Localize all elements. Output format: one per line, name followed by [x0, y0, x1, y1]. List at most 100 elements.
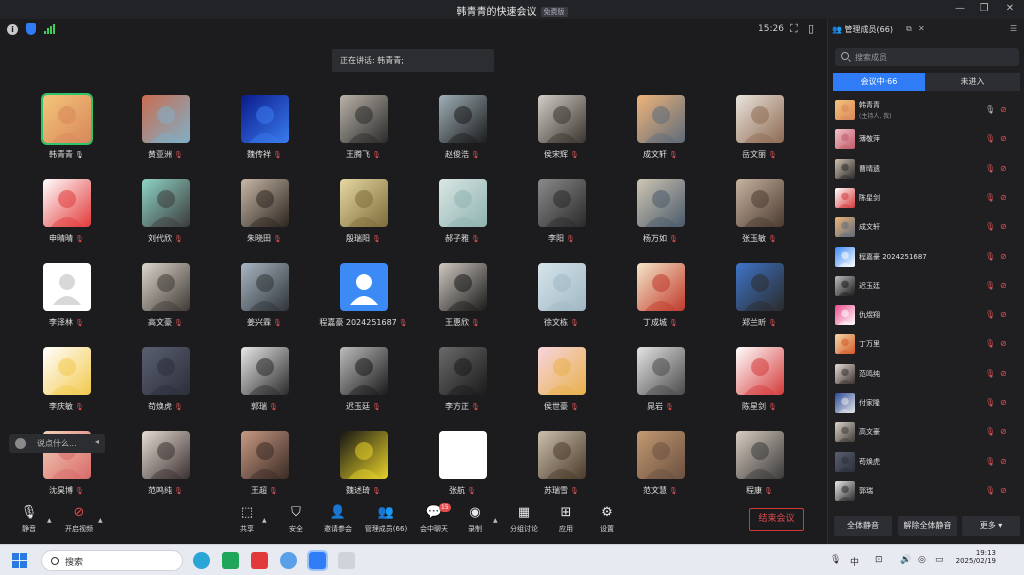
collapse-arrow-icon[interactable]: ◂ [95, 437, 99, 446]
participant-tile[interactable]: 迟玉廷 🎙 [314, 342, 413, 426]
member-microphone-icon[interactable]: 🎙 [985, 105, 995, 114]
participant-tile[interactable]: 张航 🎙 [413, 426, 512, 510]
restore-icon[interactable]: ❐ [976, 2, 992, 16]
chat-app-icon[interactable] [280, 552, 297, 569]
member-microphone-muted-icon[interactable]: 🎙 [985, 310, 995, 319]
participant-tile[interactable]: 魏传祥 🎙 [215, 90, 314, 174]
member-microphone-muted-icon[interactable]: 🎙 [985, 369, 995, 378]
participant-tile[interactable]: 郝子雅 🎙 [413, 174, 512, 258]
member-row[interactable]: 郭瑞 🎙 ⊘ [828, 477, 1024, 506]
video-button[interactable]: ⊘ 开启视频 [60, 504, 98, 534]
unmute-all-button[interactable]: 解除全体静音 [898, 516, 957, 536]
system-clock[interactable]: 19:13 2025/02/19 [952, 549, 996, 565]
participant-tile[interactable]: 朱晓田 🎙 [215, 174, 314, 258]
members-button[interactable]: 👥 管理成员(66) [362, 504, 410, 534]
wps-icon[interactable] [251, 552, 268, 569]
member-row[interactable]: 高文豪 🎙 ⊘ [828, 418, 1024, 447]
participant-tile[interactable]: 殷瑞阳 🎙 [314, 174, 413, 258]
member-microphone-muted-icon[interactable]: 🎙 [985, 134, 995, 143]
info-icon[interactable]: i [7, 24, 18, 35]
participant-tile[interactable]: 李庆敏 🎙 [17, 342, 116, 426]
close-icon[interactable]: ✕ [1002, 2, 1018, 16]
participant-tile[interactable]: 郑兰昕 🎙 [710, 258, 809, 342]
member-camera-off-icon[interactable]: ⊘ [1000, 486, 1007, 495]
member-camera-off-icon[interactable]: ⊘ [1000, 193, 1007, 202]
participant-tile[interactable]: 李阳 🎙 [512, 174, 611, 258]
participant-tile[interactable]: 陈星剑 🎙 [710, 342, 809, 426]
share-options-caret[interactable]: ▲ [262, 517, 267, 524]
layout-icon[interactable]: ▯ [808, 23, 814, 35]
member-camera-off-icon[interactable]: ⊘ [1000, 222, 1007, 231]
member-camera-off-icon[interactable]: ⊘ [1000, 457, 1007, 466]
participant-tile[interactable]: 苏瑞雪 🎙 [512, 426, 611, 510]
member-microphone-muted-icon[interactable]: 🎙 [985, 486, 995, 495]
member-row[interactable]: 范鸣纯 🎙 ⊘ [828, 360, 1024, 389]
participant-tile[interactable]: 申晴晴 🎙 [17, 174, 116, 258]
participant-tile[interactable]: 成文轩 🎙 [611, 90, 710, 174]
chat-quick-input[interactable]: 说点什么... ◂ [9, 434, 105, 453]
member-microphone-muted-icon[interactable]: 🎙 [985, 457, 995, 466]
signal-icon[interactable] [44, 24, 55, 34]
input-method-icon[interactable]: 中 [850, 555, 859, 568]
popout-icon[interactable]: ⧉ [906, 24, 912, 34]
member-camera-off-icon[interactable]: ⊘ [1000, 310, 1007, 319]
member-camera-off-icon[interactable]: ⊘ [1000, 105, 1007, 114]
participant-tile[interactable]: 范文慧 🎙 [611, 426, 710, 510]
participant-tile[interactable]: 赵俊浩 🎙 [413, 90, 512, 174]
member-camera-off-icon[interactable]: ⊘ [1000, 339, 1007, 348]
member-row[interactable]: 丁万里 🎙 ⊘ [828, 330, 1024, 359]
participant-tile[interactable]: 侯世豪 🎙 [512, 342, 611, 426]
member-microphone-muted-icon[interactable]: 🎙 [985, 252, 995, 261]
participant-tile[interactable]: 李方正 🎙 [413, 342, 512, 426]
participant-tile[interactable]: 丁成城 🎙 [611, 258, 710, 342]
participant-tile[interactable]: 高文豪 🎙 [116, 258, 215, 342]
breakout-button[interactable]: ▦ 分组讨论 [507, 504, 541, 534]
member-camera-off-icon[interactable]: ⊘ [1000, 252, 1007, 261]
member-camera-off-icon[interactable]: ⊘ [1000, 369, 1007, 378]
member-microphone-muted-icon[interactable]: 🎙 [985, 164, 995, 173]
participant-tile[interactable]: 黄亚洲 🎙 [116, 90, 215, 174]
video-options-caret[interactable]: ▲ [98, 517, 103, 524]
member-microphone-muted-icon[interactable]: 🎙 [985, 222, 995, 231]
panel-close-icon[interactable]: ✕ [918, 24, 925, 33]
participant-tile[interactable]: 魏述琦 🎙 [314, 426, 413, 510]
participant-tile[interactable]: 王腾飞 🎙 [314, 90, 413, 174]
member-camera-off-icon[interactable]: ⊘ [1000, 427, 1007, 436]
tab-in-meeting[interactable]: 会议中·66 [833, 73, 925, 91]
participant-tile[interactable]: 刘代欣 🎙 [116, 174, 215, 258]
participant-tile[interactable]: 侯宋辉 🎙 [512, 90, 611, 174]
member-row[interactable]: 迟玉廷 🎙 ⊘ [828, 272, 1024, 301]
participant-tile[interactable]: 王惠欣 🎙 [413, 258, 512, 342]
edge-browser-icon[interactable] [193, 552, 210, 569]
wechat-icon[interactable] [222, 552, 239, 569]
participant-tile[interactable]: 程嘉豪 2024251687 🎙 [314, 258, 413, 342]
member-row[interactable]: 薄敬萍 🎙 ⊘ [828, 125, 1024, 154]
participant-tile[interactable]: 苟焕虎 🎙 [116, 342, 215, 426]
record-button[interactable]: ◉ 录制 [464, 504, 486, 534]
meeting-app-icon[interactable] [307, 550, 328, 571]
participant-tile[interactable]: 范鸣纯 🎙 [116, 426, 215, 510]
participant-tile[interactable]: 李泽林 🎙 [17, 258, 116, 342]
participant-tile[interactable]: 杨万如 🎙 [611, 174, 710, 258]
record-options-caret[interactable]: ▲ [493, 517, 498, 524]
participant-tile[interactable]: 郭瑞 🎙 [215, 342, 314, 426]
file-icon[interactable] [338, 552, 355, 569]
panel-menu-icon[interactable]: ☰ [1010, 24, 1017, 33]
more-button[interactable]: 更多 ▾ [962, 516, 1020, 536]
windows-start-icon[interactable] [12, 553, 28, 569]
member-row[interactable]: 曹晴遗 🎙 ⊘ [828, 155, 1024, 184]
member-search-input[interactable]: 搜索成员 [835, 48, 1019, 66]
tab-not-joined[interactable]: 未进入 [925, 73, 1020, 91]
participant-tile[interactable]: 晁岩 🎙 [611, 342, 710, 426]
member-row[interactable]: 仇煜翔 🎙 ⊘ [828, 301, 1024, 330]
mute-options-caret[interactable]: ▲ [47, 517, 52, 524]
mute-button[interactable]: 🎙 静音 [17, 504, 41, 534]
participant-tile[interactable]: 张玉敏 🎙 [710, 174, 809, 258]
end-meeting-button[interactable]: 结束会议 [749, 508, 804, 531]
apps-button[interactable]: ⊞ 应用 [555, 504, 577, 534]
microphone-tray-icon[interactable]: 🎙 [830, 555, 841, 565]
member-camera-off-icon[interactable]: ⊘ [1000, 281, 1007, 290]
share-button[interactable]: ⬚ 共享 [235, 504, 259, 534]
member-row[interactable]: 陈星剑 🎙 ⊘ [828, 184, 1024, 213]
member-microphone-muted-icon[interactable]: 🎙 [985, 281, 995, 290]
